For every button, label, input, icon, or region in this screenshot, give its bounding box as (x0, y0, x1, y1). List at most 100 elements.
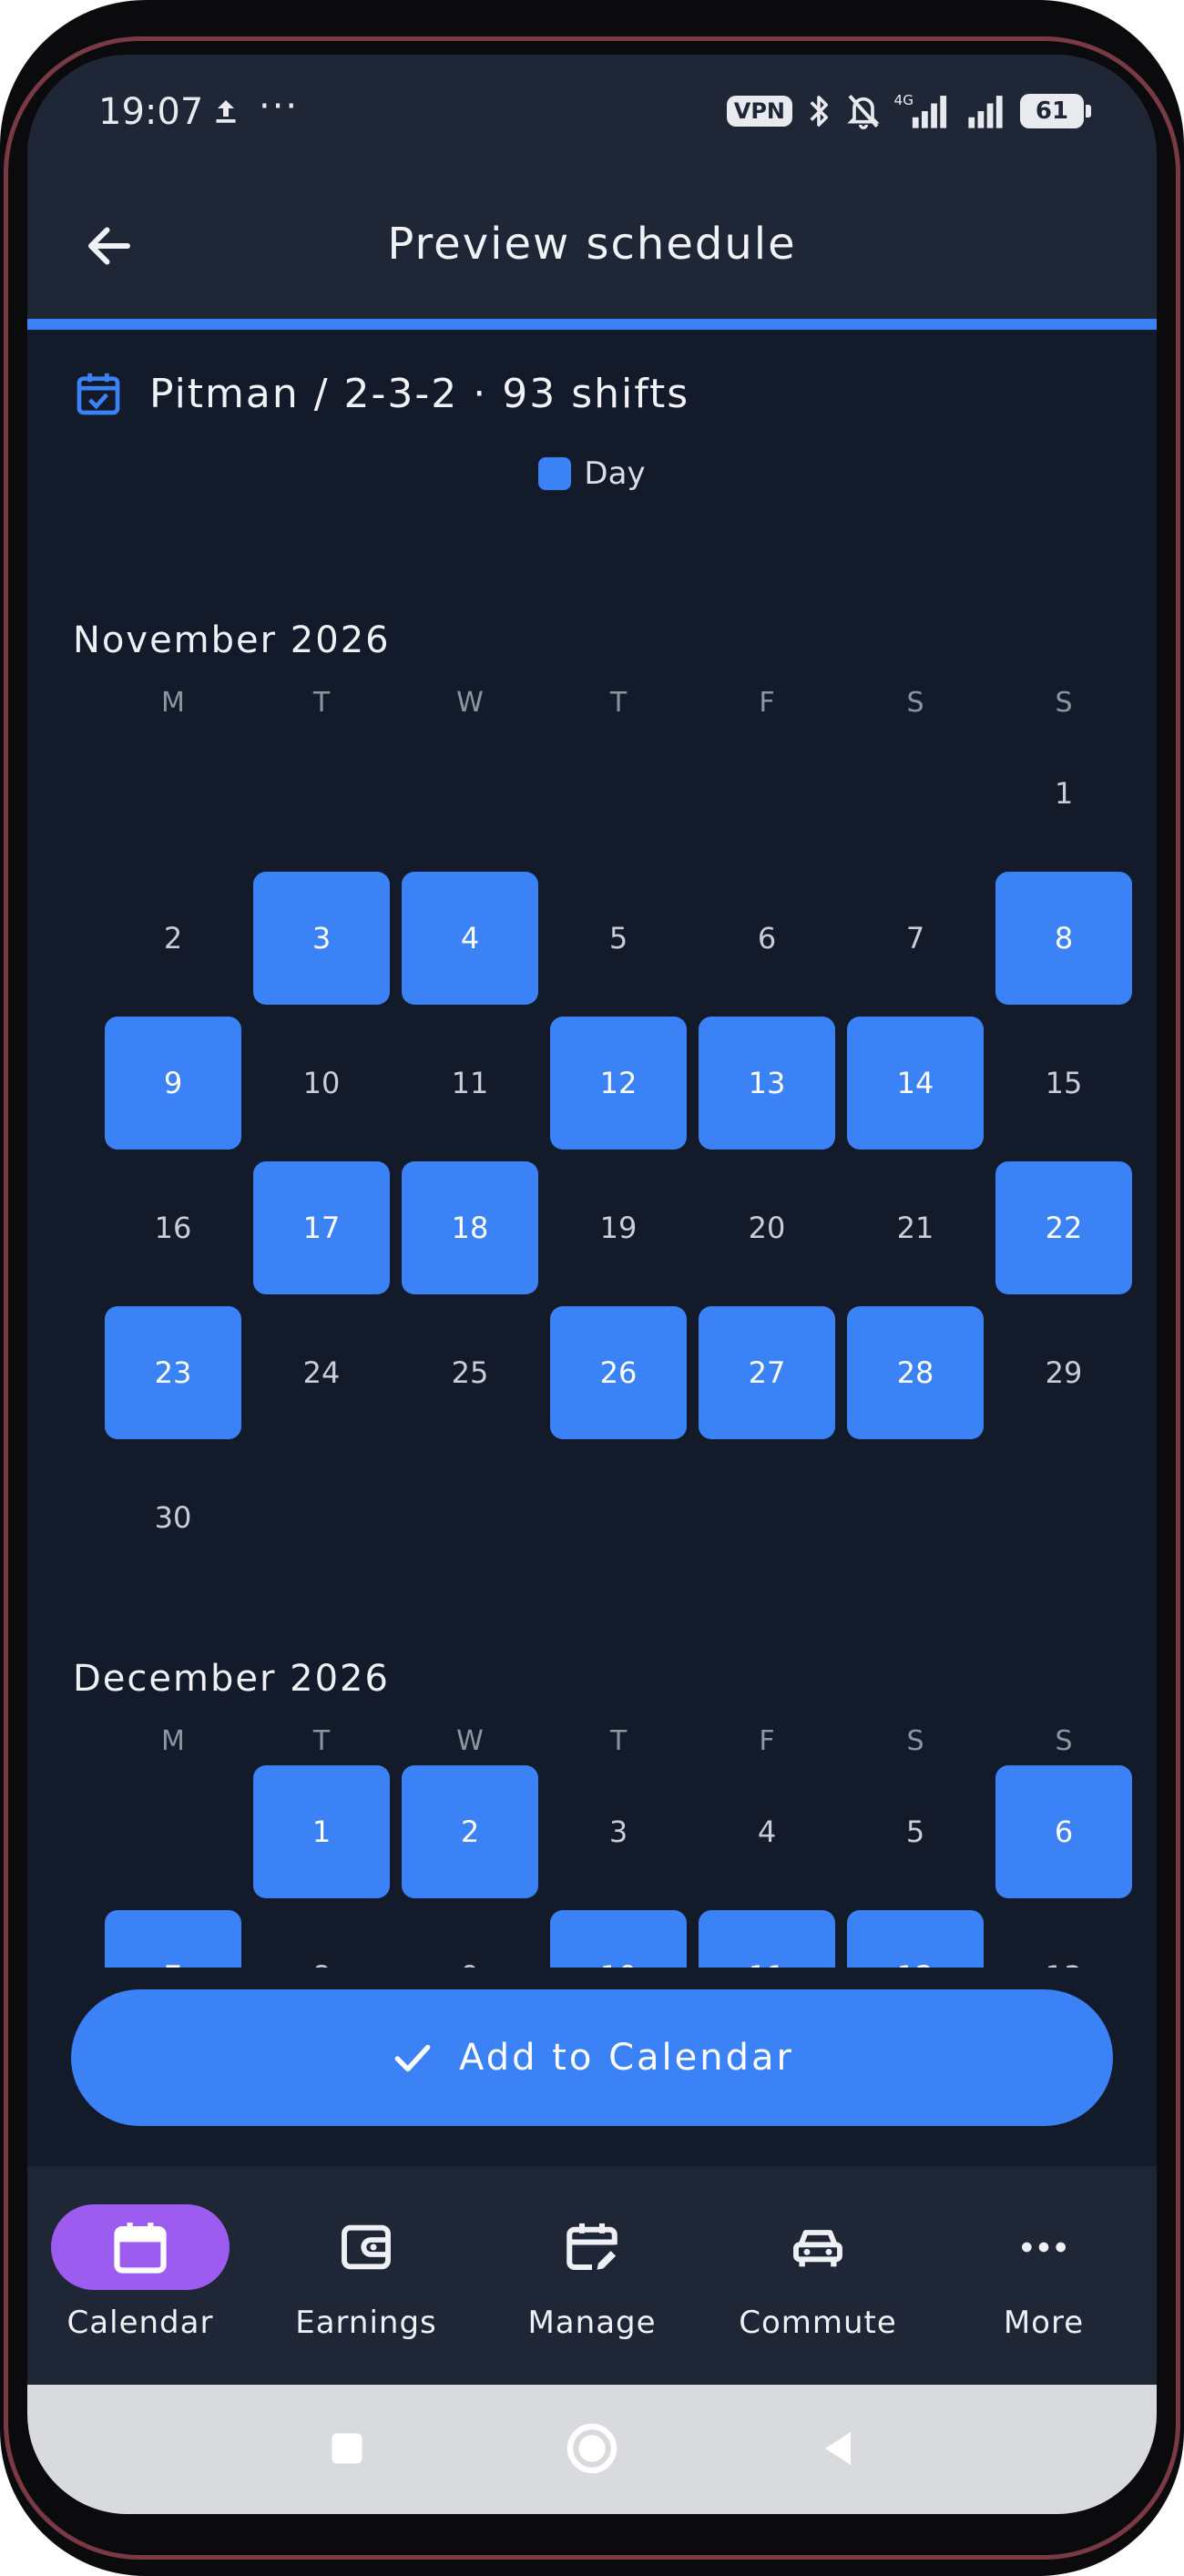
calendar-preview[interactable]: November 2026 M T W T F S S 1 2 3 4 5 6 7 8 9 10 11 12 13 14 1… (27, 547, 1157, 1968)
day-cell-shift[interactable]: 6 (995, 1765, 1132, 1898)
app-screen: 19:07 ··· VPN 4G 4G (27, 55, 1157, 2514)
nav-item-earnings[interactable]: Earnings (253, 2166, 479, 2385)
status-icons: VPN 4G 4G 61 (726, 91, 1091, 131)
day-cell[interactable]: 20 (699, 1161, 835, 1294)
day-cell[interactable]: 11 (402, 1017, 538, 1150)
signal-4g-icon: 4G (894, 92, 947, 128)
system-nav-bar (27, 2385, 1157, 2514)
car-icon (793, 2230, 842, 2267)
weekday-header: T (609, 1725, 628, 1757)
day-cell[interactable]: 6 (699, 872, 835, 1005)
day-cell[interactable]: 24 (253, 1306, 390, 1439)
back-nav-button[interactable] (801, 2412, 874, 2485)
day-cell-shift[interactable]: 12 (550, 1017, 687, 1150)
weekday-header: W (456, 687, 484, 719)
day-cell-shift[interactable]: 9 (105, 1017, 241, 1150)
weekday-header: F (759, 1725, 775, 1757)
recents-button[interactable] (311, 2412, 383, 2485)
nav-label-more: More (1003, 2305, 1085, 2341)
day-cell[interactable]: 2 (105, 872, 241, 1005)
day-cell-shift[interactable]: 4 (402, 872, 538, 1005)
nav-label-commute: Commute (739, 2305, 897, 2341)
day-cell[interactable]: 1 (995, 727, 1132, 860)
add-to-calendar-label: Add to Calendar (459, 2037, 794, 2079)
battery-icon: 61 (1020, 94, 1091, 128)
day-cell[interactable]: 9 (402, 1910, 538, 1968)
wallet-icon (342, 2224, 391, 2270)
day-cell[interactable]: 3 (550, 1765, 687, 1898)
nav-label-manage: Manage (527, 2305, 657, 2341)
day-cell[interactable]: 13 (995, 1910, 1132, 1968)
upload-icon (216, 100, 236, 123)
nav-item-commute[interactable]: Commute (705, 2166, 931, 2385)
month-title: November 2026 (73, 619, 391, 661)
legend-swatch-day (538, 457, 572, 490)
nav-label-earnings: Earnings (295, 2305, 437, 2341)
check-icon (394, 2044, 431, 2072)
legend-label-day: Day (584, 455, 646, 492)
bluetooth-icon (810, 96, 829, 127)
progress-bar (27, 319, 1157, 330)
nav-item-manage[interactable]: Manage (479, 2166, 705, 2385)
day-cell-shift[interactable]: 7 (105, 1910, 241, 1968)
more-icon (1022, 2242, 1066, 2253)
day-cell-shift[interactable]: 26 (550, 1306, 687, 1439)
day-cell-shift[interactable]: 28 (847, 1306, 984, 1439)
nav-item-calendar[interactable]: Calendar (27, 2166, 253, 2385)
notification-more-icon: ··· (259, 86, 300, 128)
day-cell[interactable]: 5 (550, 872, 687, 1005)
day-cell-shift[interactable]: 17 (253, 1161, 390, 1294)
weekday-header: T (609, 687, 628, 719)
day-cell-shift[interactable]: 14 (847, 1017, 984, 1150)
day-cell[interactable]: 15 (995, 1017, 1132, 1150)
day-cell[interactable]: 8 (253, 1910, 390, 1968)
home-button[interactable] (556, 2412, 628, 2485)
weekday-header: S (906, 1725, 924, 1757)
day-cell-shift[interactable]: 1 (253, 1765, 390, 1898)
weekday-header: T (312, 1725, 331, 1757)
nav-item-more[interactable]: More (931, 2166, 1157, 2385)
app-header: Preview schedule (27, 173, 1157, 319)
calendar-check-icon (77, 373, 120, 415)
nav-icon-wrap-manage (503, 2204, 681, 2290)
day-cell-shift[interactable]: 11 (699, 1910, 835, 1968)
day-cell-shift[interactable]: 8 (995, 872, 1132, 1005)
day-cell[interactable]: 21 (847, 1161, 984, 1294)
month-title: December 2026 (73, 1658, 390, 1700)
day-cell-shift[interactable]: 13 (699, 1017, 835, 1150)
day-cell[interactable]: 16 (105, 1161, 241, 1294)
day-cell-shift[interactable]: 23 (105, 1306, 241, 1439)
vpn-badge: VPN (726, 96, 792, 127)
weekday-header: M (161, 687, 185, 719)
day-cell-shift[interactable]: 2 (402, 1765, 538, 1898)
day-cell-shift[interactable]: 10 (550, 1910, 687, 1968)
weekday-header: S (1055, 687, 1073, 719)
day-cell-shift[interactable]: 18 (402, 1161, 538, 1294)
day-cell-shift[interactable]: 3 (253, 872, 390, 1005)
day-cell[interactable]: 10 (253, 1017, 390, 1150)
schedule-summary: Pitman / 2-3-2 · 93 shifts (73, 366, 689, 421)
day-cell[interactable]: 5 (847, 1765, 984, 1898)
triangle-back-icon (825, 2432, 851, 2465)
square-icon (332, 2433, 362, 2464)
svg-text:4G: 4G (894, 92, 914, 108)
day-cell[interactable]: 29 (995, 1306, 1132, 1439)
circle-icon (566, 2423, 618, 2474)
nav-icon-wrap-commute (729, 2204, 907, 2290)
add-to-calendar-button[interactable]: Add to Calendar (71, 1989, 1113, 2126)
day-cell-shift[interactable]: 22 (995, 1161, 1132, 1294)
day-cell-shift[interactable]: 12 (847, 1910, 984, 1968)
weekday-header: S (906, 687, 924, 719)
nav-icon-wrap-earnings (277, 2204, 455, 2290)
page-title: Preview schedule (387, 219, 797, 270)
day-cell[interactable]: 30 (105, 1451, 241, 1584)
summary-text: Pitman / 2-3-2 · 93 shifts (149, 370, 690, 417)
day-cell-shift[interactable]: 27 (699, 1306, 835, 1439)
day-cell[interactable]: 4 (699, 1765, 835, 1898)
day-cell[interactable]: 25 (402, 1306, 538, 1439)
nav-icon-wrap-more (954, 2204, 1133, 2290)
weekday-header: S (1055, 1725, 1073, 1757)
day-cell[interactable]: 7 (847, 872, 984, 1005)
day-cell[interactable]: 19 (550, 1161, 687, 1294)
calendar-edit-icon (566, 2223, 618, 2271)
